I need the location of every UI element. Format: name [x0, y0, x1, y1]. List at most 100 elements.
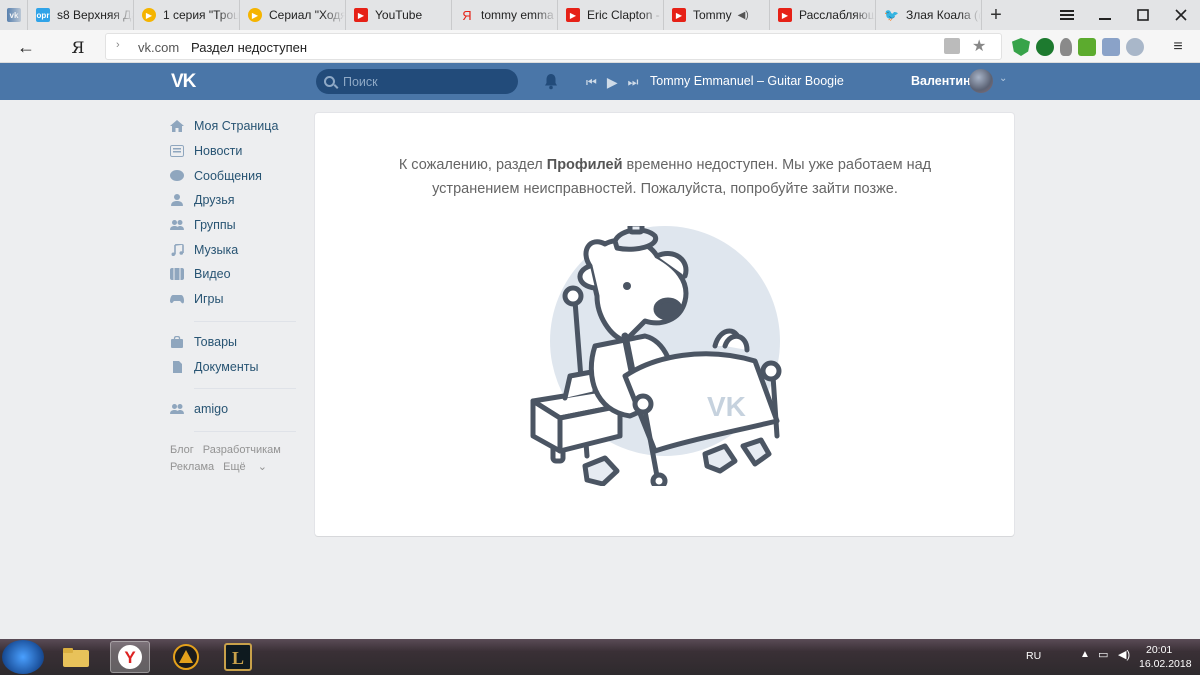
address-bar-area: ← Я › vk.com Раздел недоступен ★ ≡: [0, 30, 1200, 63]
language-indicator[interactable]: RU: [1026, 650, 1041, 662]
shield-extension-icon[interactable]: [1012, 38, 1030, 56]
refresh-extension-icon[interactable]: [1036, 38, 1054, 56]
tab-title: YouTube: [375, 8, 423, 22]
back-button[interactable]: ←: [14, 36, 38, 58]
sidebar-item-music[interactable]: Музыка: [170, 237, 300, 262]
sidebar-item-video[interactable]: Видео: [170, 262, 300, 287]
minimize-button[interactable]: [1086, 0, 1124, 30]
search-input[interactable]: [343, 74, 513, 89]
tab-series-2[interactable]: ▶ Сериал "Ходя: [240, 0, 346, 30]
previous-track-icon[interactable]: ⏮: [586, 75, 597, 90]
sidebar-item-amigo[interactable]: amigo: [170, 397, 300, 422]
close-button[interactable]: [1162, 0, 1200, 30]
tab-tommy[interactable]: ▶ Tommy ◀): [664, 0, 770, 30]
volume-icon[interactable]: ◀): [1118, 648, 1130, 661]
footer-link-ads[interactable]: Реклама: [170, 461, 214, 473]
browser-menu-button[interactable]: ≡: [1167, 36, 1189, 58]
url-field[interactable]: › vk.com Раздел недоступен ★: [105, 33, 1002, 60]
youtube-favicon-icon: ▶: [354, 8, 368, 22]
svg-text:VK: VK: [707, 391, 746, 422]
vk-logo-icon[interactable]: VK: [171, 71, 196, 93]
sidebar-item-label: Сообщения: [194, 168, 262, 183]
tab-series-1[interactable]: ▶ 1 серия "Троц: [134, 0, 240, 30]
search-icon: [324, 76, 335, 87]
documents-icon: [173, 360, 182, 373]
sidebar-item-my-page[interactable]: Моя Страница: [170, 114, 300, 139]
chevron-down-icon: ⌄: [257, 461, 267, 473]
sidebar-footer: Блог Разработчикам Реклама Ещё ⌄: [170, 442, 300, 476]
chevron-right-icon: ›: [116, 39, 120, 51]
new-tab-button[interactable]: +: [982, 0, 1010, 30]
start-button[interactable]: [2, 640, 44, 674]
tab-title: Eric Clapton -: [587, 8, 660, 22]
sidebar-item-news[interactable]: Новости: [170, 139, 300, 164]
chevron-down-icon[interactable]: ⌄: [999, 73, 1007, 84]
play-favicon-icon: ▶: [248, 8, 262, 22]
page-info-icon[interactable]: [944, 38, 960, 54]
window-controls: [1048, 0, 1200, 30]
footer-more-label: Ещё: [223, 461, 246, 473]
user-name[interactable]: Валентин: [911, 74, 971, 88]
sidebar-item-messages[interactable]: Сообщения: [170, 163, 300, 188]
clock-date[interactable]: 16.02.2018: [1139, 658, 1192, 670]
sidebar-divider: [194, 430, 296, 432]
search-box[interactable]: [316, 69, 518, 94]
tab-relaxing[interactable]: ▶ Расслабляющ: [770, 0, 876, 30]
yandex-home-button[interactable]: Я: [66, 36, 90, 58]
sidebar-item-label: Видео: [194, 267, 231, 282]
community-icon: [170, 404, 184, 415]
news-icon: [170, 145, 184, 158]
sidebar-item-friends[interactable]: Друзья: [170, 188, 300, 213]
cloud-extension-icon[interactable]: [1126, 38, 1144, 56]
sidebar-item-groups[interactable]: Группы: [170, 213, 300, 238]
speaker-icon[interactable]: ◀): [738, 10, 749, 21]
taskbar-yandex-browser[interactable]: Y: [110, 641, 150, 673]
groups-icon: [170, 220, 184, 231]
music-icon: [171, 243, 184, 256]
footer-link-developers[interactable]: Разработчикам: [203, 444, 281, 456]
taskbar-app-triangle[interactable]: [166, 641, 206, 673]
tab-title: s8 Верхняя Да: [57, 8, 133, 22]
avatar[interactable]: [969, 69, 993, 93]
sidebar-item-documents[interactable]: Документы: [170, 354, 300, 379]
url-domain: vk.com: [138, 40, 180, 55]
yandex-favicon-icon: Я: [462, 7, 472, 23]
league-of-legends-icon: L: [224, 643, 252, 671]
bell-icon[interactable]: [543, 73, 559, 90]
youtube-favicon-icon: ▶: [778, 8, 792, 22]
maximize-button[interactable]: [1124, 0, 1162, 30]
error-message-section: Профилей: [546, 157, 623, 173]
show-hidden-icons-icon[interactable]: ▲: [1080, 649, 1090, 660]
system-tray: RU ▲ ▭ ◀) 20:01 16.02.2018: [1020, 639, 1200, 675]
menu-lines-icon[interactable]: [1048, 0, 1086, 30]
left-sidebar: Моя Страница Новости Сообщения Друзья Гр…: [170, 114, 300, 440]
taskbar-file-explorer[interactable]: [56, 641, 96, 673]
extensions-bar: [1012, 36, 1144, 58]
tab-youtube[interactable]: ▶ YouTube: [346, 0, 452, 30]
tab-yandex-search[interactable]: Я tommy emma: [452, 0, 558, 30]
tab-title: 1 серия "Троц: [163, 8, 239, 22]
sidebar-item-label: Музыка: [194, 242, 239, 257]
tab-vk[interactable]: vk: [0, 0, 28, 30]
error-message: К сожалению, раздел Профилей временно не…: [355, 153, 975, 201]
download-extension-icon[interactable]: [1078, 38, 1096, 56]
network-icon[interactable]: ▭: [1098, 648, 1108, 661]
bulb-extension-icon[interactable]: [1060, 38, 1072, 56]
sidebar-item-games[interactable]: Игры: [170, 287, 300, 312]
sidebar-item-goods[interactable]: Товары: [170, 330, 300, 355]
footer-link-blog[interactable]: Блог: [170, 444, 194, 456]
tab-opros[interactable]: opr s8 Верхняя Да: [28, 0, 134, 30]
footer-link-more[interactable]: Ещё ⌄: [223, 461, 276, 473]
next-track-icon[interactable]: ⏭: [628, 75, 639, 90]
mail-extension-icon[interactable]: [1102, 38, 1120, 56]
bookmark-star-icon[interactable]: ★: [972, 36, 986, 56]
clock-time[interactable]: 20:01: [1146, 644, 1172, 656]
tab-title: tommy emma: [481, 8, 554, 22]
tab-twitter[interactable]: 🐦 Злая Коала (@: [876, 0, 982, 30]
current-track[interactable]: Tommy Emmanuel – Guitar Boogie: [650, 74, 844, 88]
tab-title: Сериал "Ходя: [269, 8, 345, 22]
opros-favicon-icon: opr: [36, 8, 50, 22]
taskbar-league-of-legends[interactable]: L: [218, 641, 258, 673]
play-icon[interactable]: ▶: [607, 74, 618, 91]
tab-eric-clapton[interactable]: ▶ Eric Clapton -: [558, 0, 664, 30]
